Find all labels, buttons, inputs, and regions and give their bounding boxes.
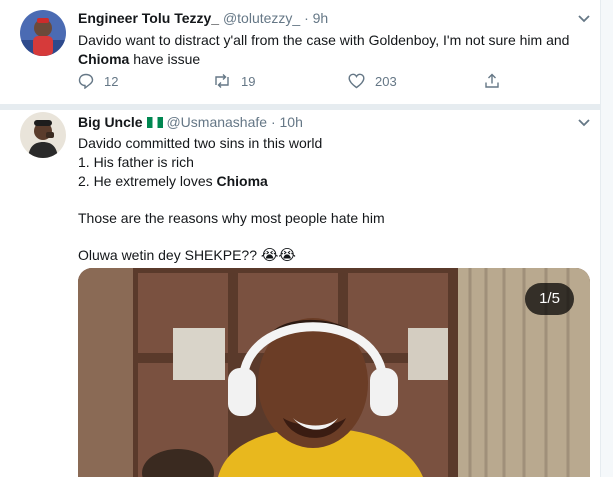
- share-button[interactable]: [484, 73, 500, 89]
- tweet-text-line: Davido committed two sins in this world: [78, 135, 323, 151]
- tweet-media-photo[interactable]: 1/5: [78, 268, 590, 477]
- photo-davido-headphones: [78, 268, 590, 477]
- like-button[interactable]: 203: [348, 73, 397, 89]
- scrollbar[interactable]: [600, 0, 613, 477]
- mention-chioma: Chioma: [216, 173, 268, 189]
- media-counter-badge[interactable]: 1/5: [525, 283, 574, 315]
- tweet-time[interactable]: · 10h: [271, 114, 303, 130]
- retweet-button[interactable]: 19: [213, 73, 255, 89]
- tweet-actions: 12 19 203: [78, 73, 518, 95]
- tweet-text: Davido committed two sins in this world …: [78, 134, 588, 265]
- tweet-usmanashafe[interactable]: Big Uncle @Usmanashafe · 10h Davido comm…: [0, 110, 600, 477]
- chevron-down-icon[interactable]: [577, 118, 591, 128]
- avatar[interactable]: [20, 10, 66, 56]
- chevron-down-icon[interactable]: [577, 14, 591, 24]
- tweet-text-line: Davido want to distract y'all from the c…: [78, 32, 570, 48]
- reply-button[interactable]: 12: [78, 73, 118, 89]
- author-name[interactable]: Engineer Tolu Tezzy_: [78, 10, 219, 26]
- retweet-icon: [215, 74, 229, 88]
- like-count: 203: [375, 73, 397, 89]
- reply-icon: [78, 73, 94, 89]
- tweet-text-line: 1. His father is rich: [78, 154, 194, 170]
- like-icon: [348, 73, 365, 89]
- author-handle[interactable]: @tolutezzy_: [223, 10, 300, 26]
- tweet-text: Davido want to distract y'all from the c…: [78, 31, 588, 69]
- tweet-text-last: Oluwa wetin dey SHEKPE??: [78, 247, 257, 263]
- reply-count: 12: [104, 73, 119, 89]
- share-icon: [485, 73, 499, 88]
- tweet-text-line: Oluwa wetin dey SHEKPE?? 😭😭: [78, 246, 588, 265]
- tweet-text-line: 2. He extremely loves Chioma: [78, 172, 588, 191]
- retweet-count: 19: [241, 73, 256, 89]
- mention-chioma: Chioma: [78, 51, 130, 67]
- avatar[interactable]: [20, 112, 66, 158]
- tweet-time[interactable]: · 9h: [304, 10, 328, 26]
- tweet-text-line: Those are the reasons why most people ha…: [78, 210, 385, 226]
- nigeria-flag-icon: [146, 117, 163, 128]
- crying-face-emoji: 😭😭: [260, 247, 296, 264]
- tweet-tolutezzy[interactable]: Engineer Tolu Tezzy_ @tolutezzy_ · 9h Da…: [0, 0, 600, 105]
- author-handle[interactable]: @Usmanashafe: [166, 114, 267, 130]
- tweet-text-prefix: 2. He extremely loves: [78, 173, 217, 189]
- author-name[interactable]: Big Uncle: [78, 114, 143, 130]
- tweet-text-line: Chioma have issue: [78, 50, 588, 69]
- tweet-text-rest: have issue: [129, 51, 201, 67]
